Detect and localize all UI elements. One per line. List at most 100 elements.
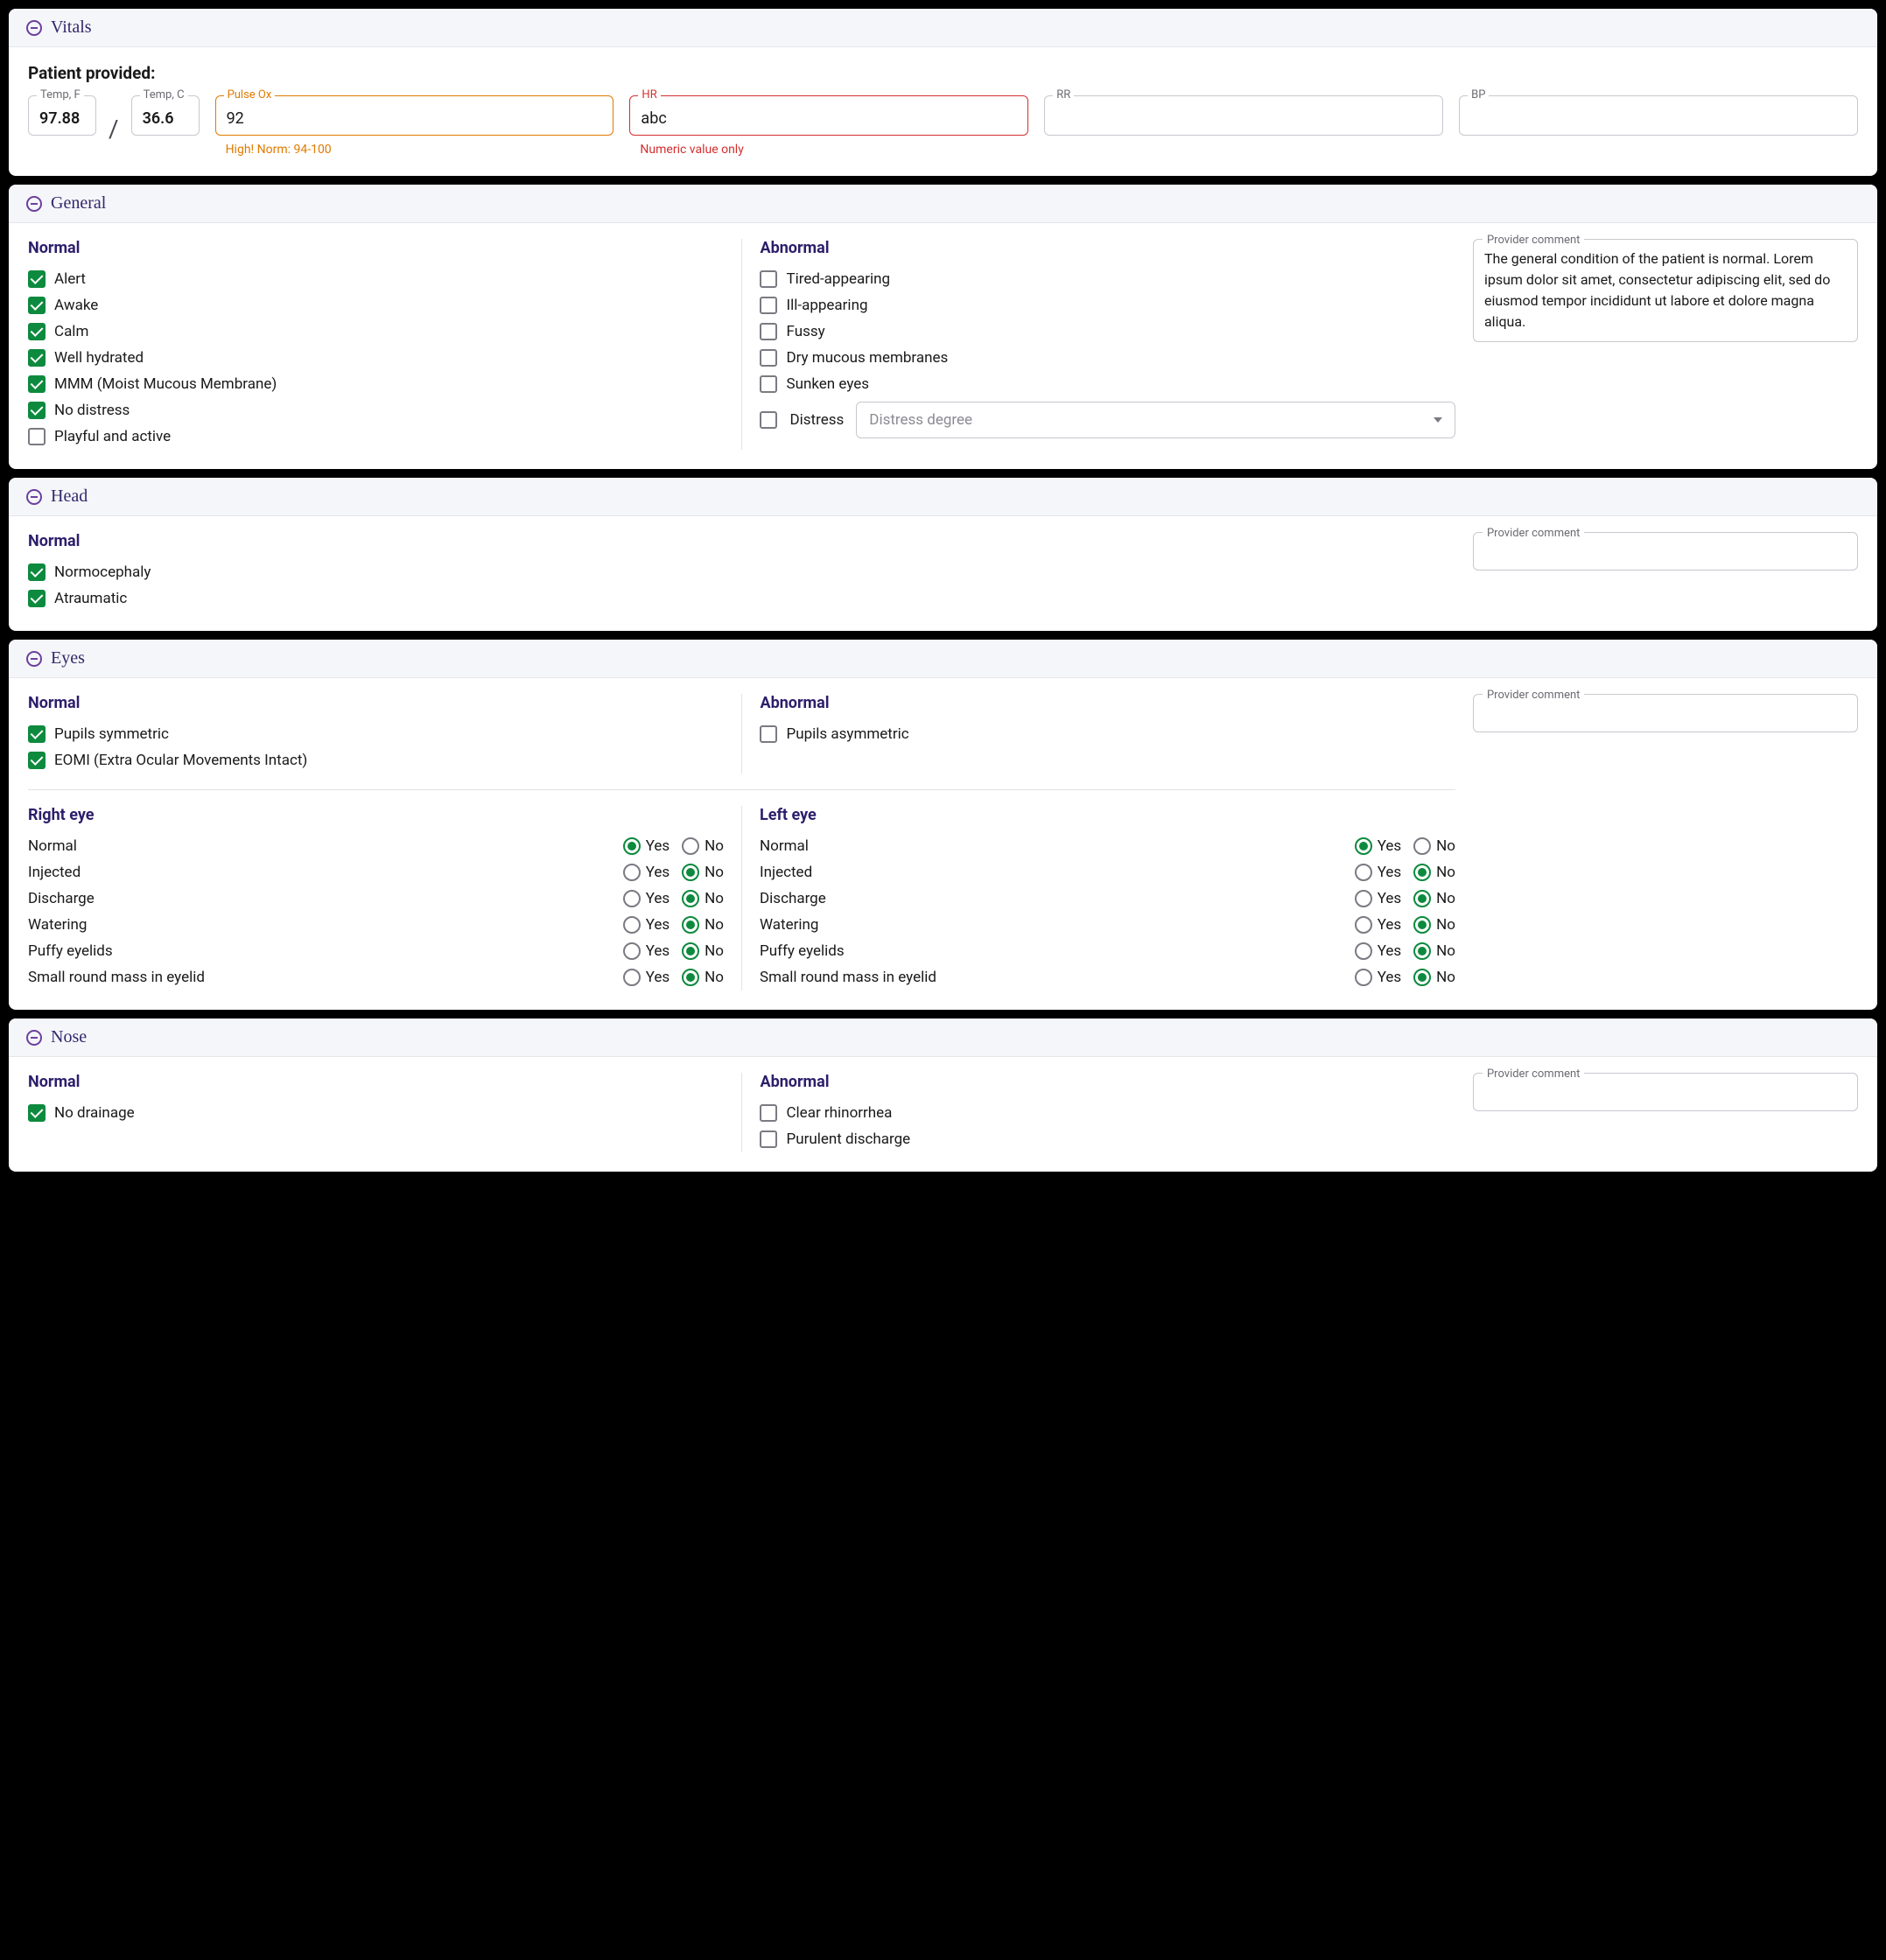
radio-no-label: No [1436,969,1455,986]
eye-finding-row: Small round mass in eyelidYesNo [28,964,724,990]
check-row: Alert [28,266,724,292]
pulse-ox-label: Pulse Ox [224,88,276,102]
radio-no[interactable] [682,864,699,881]
radio-yes[interactable] [1355,864,1372,881]
checkbox[interactable] [28,1104,46,1122]
head-comment[interactable]: Provider comment [1473,532,1858,570]
finding-label: Watering [760,916,818,934]
radio-yes-label: Yes [646,916,670,934]
radio-no[interactable] [682,837,699,855]
check-row: Ill-appearing [760,292,1455,318]
checkbox[interactable] [28,297,46,314]
checkbox-label: Sunken eyes [786,375,869,393]
checkbox[interactable] [28,375,46,393]
checkbox-label: Atraumatic [54,590,127,607]
radio-yes[interactable] [1355,916,1372,934]
radio-yes[interactable] [1355,942,1372,960]
eye-finding-row: Small round mass in eyelidYesNo [760,964,1455,990]
radio-yes[interactable] [623,942,641,960]
checkbox[interactable] [760,323,777,340]
checkbox[interactable] [28,428,46,445]
checkbox-label: No distress [54,402,130,419]
checkbox[interactable] [28,590,46,607]
radio-yes[interactable] [623,864,641,881]
eyes-abnormal-heading: Abnormal [760,694,1455,712]
checkbox-label: Purulent discharge [786,1130,910,1148]
nose-comment[interactable]: Provider comment [1473,1073,1858,1111]
finding-label: Puffy eyelids [760,942,845,960]
general-header[interactable]: General [9,185,1877,223]
radio-yes[interactable] [623,890,641,907]
eye-finding-row: InjectedYesNo [760,859,1455,886]
radio-no[interactable] [1413,942,1431,960]
radio-yes-label: Yes [646,969,670,986]
radio-no[interactable] [682,969,699,986]
check-row: Atraumatic [28,585,1455,612]
checkbox[interactable] [760,1130,777,1148]
eye-finding-row: InjectedYesNo [28,859,724,886]
radio-no[interactable] [1413,837,1431,855]
vitals-header[interactable]: Vitals [9,9,1877,47]
checkbox-label: Alert [54,270,86,288]
general-comment[interactable]: Provider comment The general condition o… [1473,239,1858,342]
bp-field[interactable] [1459,95,1858,136]
checkbox[interactable] [28,323,46,340]
distress-select[interactable]: Distress degree [856,402,1455,438]
radio-no[interactable] [682,916,699,934]
collapse-icon[interactable] [26,651,42,667]
radio-group: YesNo [1355,837,1455,855]
checkbox[interactable] [760,297,777,314]
eyes-comment[interactable]: Provider comment [1473,694,1858,732]
radio-no[interactable] [1413,864,1431,881]
rr-field[interactable] [1044,95,1443,136]
radio-yes-label: Yes [1378,969,1401,986]
radio-no[interactable] [682,942,699,960]
collapse-icon[interactable] [26,20,42,36]
hr-field[interactable]: abc [629,95,1028,136]
collapse-icon[interactable] [26,489,42,505]
finding-label: Puffy eyelids [28,942,113,960]
radio-no-label: No [1436,837,1455,855]
distress-checkbox[interactable] [760,411,777,429]
temp-c-label: Temp, C [140,88,188,102]
radio-group: YesNo [1355,942,1455,960]
checkbox[interactable] [28,402,46,419]
checkbox[interactable] [28,725,46,743]
radio-no[interactable] [1413,890,1431,907]
check-row: Playful and active [28,424,724,450]
checkbox[interactable] [28,752,46,769]
eyes-header[interactable]: Eyes [9,640,1877,678]
radio-no[interactable] [1413,916,1431,934]
checkbox[interactable] [28,564,46,581]
general-normal-heading: Normal [28,239,724,257]
collapse-icon[interactable] [26,1030,42,1046]
pulse-ox-helper: High! Norm: 94-100 [215,143,614,157]
checkbox[interactable] [28,349,46,367]
radio-yes[interactable] [1355,837,1372,855]
radio-group: YesNo [623,942,724,960]
nose-abnormal-heading: Abnormal [760,1073,1455,1091]
radio-no[interactable] [682,890,699,907]
radio-yes[interactable] [1355,890,1372,907]
checkbox[interactable] [760,349,777,367]
radio-no[interactable] [1413,969,1431,986]
nose-header[interactable]: Nose [9,1018,1877,1057]
radio-no-label: No [705,837,724,855]
checkbox[interactable] [760,270,777,288]
checkbox[interactable] [28,270,46,288]
collapse-icon[interactable] [26,196,42,212]
eye-finding-row: WateringYesNo [760,912,1455,938]
radio-yes[interactable] [623,969,641,986]
checkbox[interactable] [760,725,777,743]
nose-card: Nose Normal No drainage Abnormal Clear r… [9,1018,1877,1172]
head-header[interactable]: Head [9,478,1877,516]
radio-yes[interactable] [623,916,641,934]
slash: / [109,115,119,144]
radio-yes[interactable] [623,837,641,855]
checkbox[interactable] [760,375,777,393]
radio-no-label: No [705,969,724,986]
checkbox-label: MMM (Moist Mucous Membrane) [54,375,277,393]
check-row: Well hydrated [28,345,724,371]
radio-yes[interactable] [1355,969,1372,986]
checkbox[interactable] [760,1104,777,1122]
